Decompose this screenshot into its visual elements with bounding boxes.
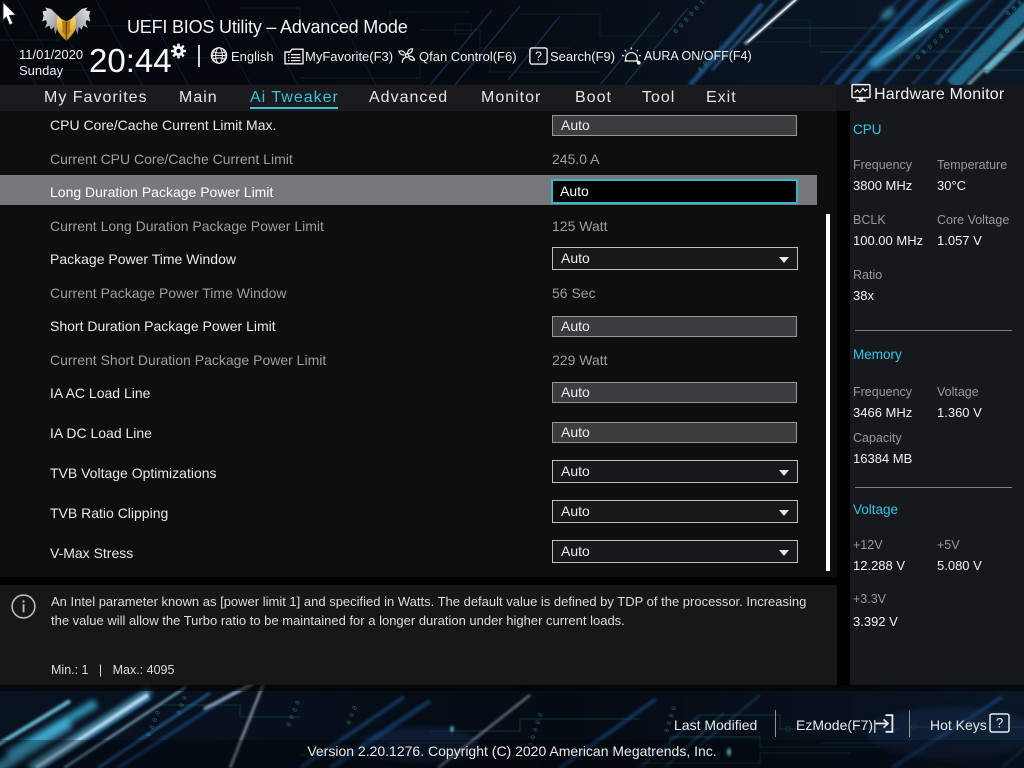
svg-text:?: ? (535, 49, 542, 63)
svg-text:?: ? (996, 716, 1004, 731)
